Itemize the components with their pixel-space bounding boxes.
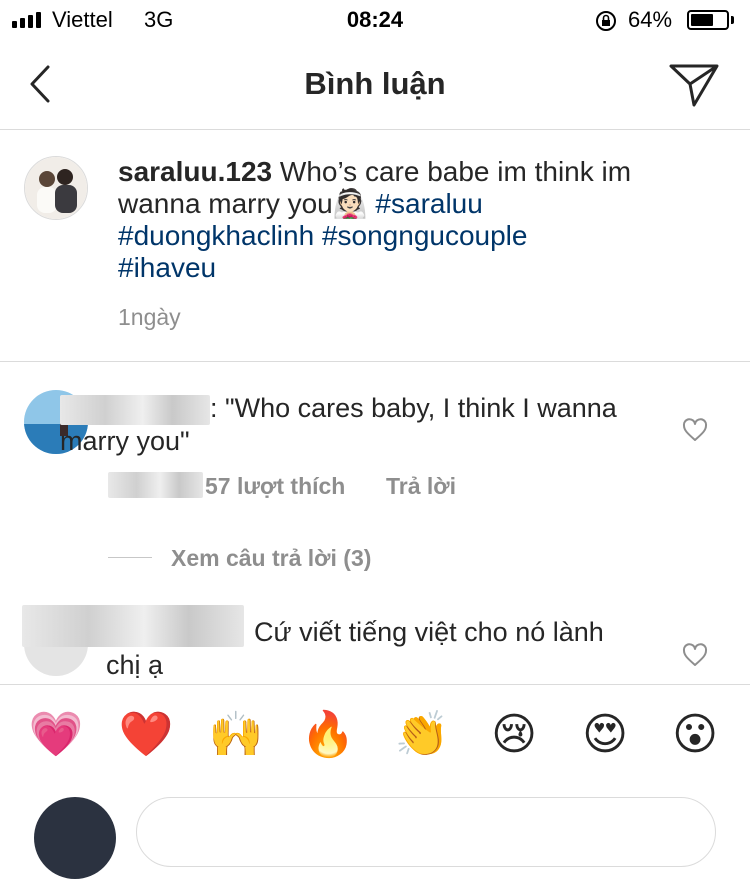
quick-emoji-bar: 💗 ❤️ 🙌 🔥 👏 😢 😍 😮 bbox=[0, 684, 750, 795]
like-count[interactable]: 57 lượt thích bbox=[205, 473, 345, 500]
nav-bar: Bình luận bbox=[0, 40, 750, 130]
comment-text: : "Who cares baby, I think I wanna marry… bbox=[60, 392, 620, 458]
growing-heart-emoji[interactable]: 💗 bbox=[26, 705, 86, 765]
hashtag-songngucouple[interactable]: #songngucouple bbox=[322, 220, 528, 251]
page-title: Bình luận bbox=[304, 66, 446, 101]
red-heart-emoji[interactable]: ❤️ bbox=[116, 705, 176, 765]
caption-time: 1ngày bbox=[118, 304, 181, 330]
like-heart-icon[interactable] bbox=[682, 418, 708, 442]
caption-avatar[interactable] bbox=[24, 156, 88, 220]
hashtag-ihaveu[interactable]: #ihaveu bbox=[118, 252, 216, 283]
like-heart-icon[interactable] bbox=[682, 643, 708, 667]
raising-hands-emoji[interactable]: 🙌 bbox=[206, 705, 266, 765]
hashtag-saraluu[interactable]: #saraluu bbox=[375, 188, 482, 219]
comment-text: Cứ viết tiếng việt cho nó lành chị ạ bbox=[106, 617, 604, 680]
clapping-hands-emoji[interactable]: 👏 bbox=[392, 705, 452, 765]
crying-face-emoji[interactable]: 😢 bbox=[484, 705, 544, 765]
replies-divider bbox=[108, 557, 152, 558]
status-bar: Viettel 3G 08:24 64% bbox=[0, 0, 750, 40]
comment-input[interactable] bbox=[136, 797, 716, 867]
caption-text: saraluu.123 Who’s care babe im think im … bbox=[118, 156, 678, 284]
battery-tip bbox=[731, 16, 734, 24]
battery-icon bbox=[687, 10, 729, 30]
surprised-face-emoji[interactable]: 😮 bbox=[665, 705, 725, 765]
battery-level bbox=[691, 14, 713, 26]
couple-photo bbox=[25, 157, 87, 219]
rotation-lock-icon bbox=[596, 11, 616, 31]
view-replies-button[interactable]: Xem câu trả lời (3) bbox=[171, 545, 371, 572]
bride-emoji: 👰🏻 bbox=[332, 188, 368, 219]
hashtag-duongkhaclinh[interactable]: #duongkhaclinh bbox=[118, 220, 314, 251]
post-caption: saraluu.123 Who’s care babe im think im … bbox=[0, 130, 750, 362]
direct-send-icon[interactable] bbox=[668, 62, 720, 108]
battery-percent: 64% bbox=[628, 7, 673, 32]
username-suffix: : bbox=[210, 393, 218, 423]
caption-username[interactable]: saraluu.123 bbox=[118, 156, 272, 187]
reply-button[interactable]: Trả lời bbox=[386, 473, 456, 500]
fire-emoji[interactable]: 🔥 bbox=[298, 705, 358, 765]
blurred-timestamp bbox=[108, 472, 203, 498]
current-user-avatar bbox=[34, 797, 116, 879]
heart-eyes-emoji[interactable]: 😍 bbox=[575, 705, 635, 765]
blurred-username bbox=[60, 394, 210, 425]
